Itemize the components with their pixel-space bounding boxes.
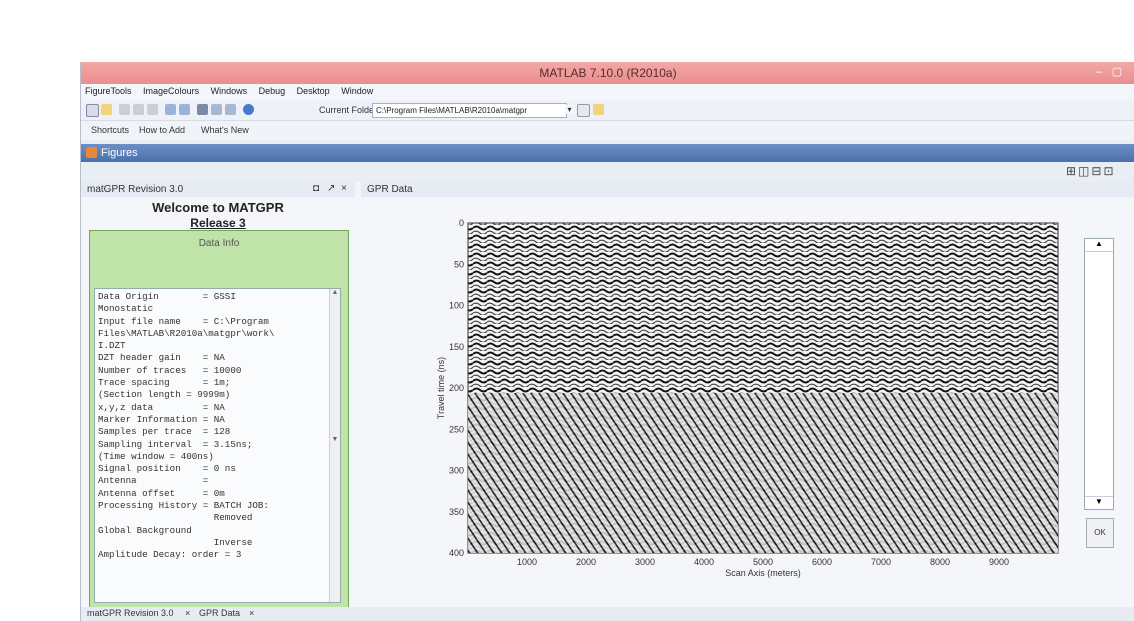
data-info-box: Data Info Data Origin = GSSI Monostatic …	[89, 230, 349, 608]
tab-close-icon[interactable]: ×	[185, 608, 190, 618]
x-tick-label: 5000	[753, 557, 773, 567]
gpr-radargram-lower	[468, 393, 1058, 553]
left-panel-header: matGPR Revision 3.0 ◘ ↗ ×	[81, 182, 355, 197]
slider-up-arrow-icon[interactable]: ▲	[1085, 239, 1113, 252]
cut-icon[interactable]	[119, 104, 130, 115]
menu-window[interactable]: Window	[337, 84, 378, 96]
maximize-button[interactable]: ▢	[1109, 65, 1125, 79]
simulink-icon[interactable]	[197, 104, 208, 115]
figures-dock: matGPR Revision 3.0 ◘ ↗ × Welcome to MAT…	[81, 182, 1134, 609]
figures-titlebar: Figures	[81, 144, 1134, 162]
x-tick-label: 4000	[694, 557, 714, 567]
y-tick-label: 300	[449, 466, 464, 476]
guide-icon[interactable]	[211, 104, 222, 115]
tab-gpr-data[interactable]: GPR Data	[199, 608, 240, 618]
menu-figuretools[interactable]: FigureTools	[81, 84, 137, 96]
data-info-listbox[interactable]: Data Origin = GSSI Monostatic Input file…	[94, 288, 341, 603]
listbox-scrollbar[interactable]: ▲ ▼	[329, 289, 340, 602]
tab-matgpr[interactable]: matGPR Revision 3.0	[87, 608, 174, 618]
matgpr-panel: Welcome to MATGPR Release 3 Data Info Da…	[81, 198, 355, 608]
toolbar: Current Folder: C:\Program Files\MATLAB\…	[81, 100, 1134, 121]
x-axis-label: Scan Axis (meters)	[725, 568, 801, 578]
x-tick-label: 9000	[989, 557, 1009, 567]
title-bar: MATLAB 7.10.0 (R2010a) – ▢	[81, 62, 1134, 84]
x-tick-label: 1000	[517, 557, 537, 567]
menu-imagecolours[interactable]: ImageColours	[139, 84, 204, 96]
y-tick-label: 400	[449, 548, 464, 558]
figures-icon	[86, 147, 97, 158]
right-panel-title: GPR Data	[367, 184, 413, 195]
gpr-chart: 1000 2000 3000 4000 5000 6000 7000 8000 9000 0 50 1…	[436, 218, 1059, 578]
matlab-window: MATLAB 7.10.0 (R2010a) – ▢ FigureTools I…	[80, 62, 1134, 621]
bottom-tabs: matGPR Revision 3.0 × GPR Data ×	[81, 607, 1134, 621]
window-title: MATLAB 7.10.0 (R2010a)	[539, 66, 677, 80]
profiler-icon[interactable]	[225, 104, 236, 115]
tile-layout-icons[interactable]: ⊞◫⊟⊡	[1066, 164, 1116, 178]
close-icon[interactable]: ×	[341, 183, 347, 194]
y-axis-label: Travel time (ns)	[436, 357, 446, 419]
menu-windows[interactable]: Windows	[207, 84, 253, 96]
redo-icon[interactable]	[179, 104, 190, 115]
menu-desktop[interactable]: Desktop	[293, 84, 335, 96]
current-folder-label: Current Folder:	[319, 105, 380, 115]
menu-debug[interactable]: Debug	[255, 84, 291, 96]
x-tick-label: 6000	[812, 557, 832, 567]
release-heading: Release 3	[190, 216, 246, 230]
y-tick-label: 100	[449, 301, 464, 311]
current-folder-field[interactable]: C:\Program Files\MATLAB\R2010a\matgpr	[372, 103, 567, 118]
y-tick-label: 150	[449, 342, 464, 352]
left-panel-title: matGPR Revision 3.0	[87, 184, 184, 195]
welcome-heading: Welcome to MATGPR	[152, 200, 284, 215]
figures-title: Figures	[101, 147, 138, 159]
open-folder-icon[interactable]	[101, 104, 112, 115]
y-tick-label: 0	[459, 218, 464, 228]
pin-icon[interactable]: ↗	[327, 183, 335, 194]
gpr-data-panel: 1000 2000 3000 4000 5000 6000 7000 8000 9000 0 50 1…	[361, 198, 1134, 608]
right-panel-header: GPR Data	[361, 182, 1134, 197]
y-tick-label: 350	[449, 507, 464, 517]
y-tick-label: 50	[454, 259, 464, 269]
ok-button[interactable]: OK	[1086, 518, 1114, 548]
data-info-title: Data Info	[198, 238, 240, 249]
undo-icon[interactable]	[165, 104, 176, 115]
slider-down-arrow-icon[interactable]: ▼	[1085, 496, 1113, 509]
undock-icon[interactable]: ◘	[313, 183, 319, 194]
new-file-icon[interactable]	[86, 104, 99, 117]
x-tick-label: 3000	[635, 557, 655, 567]
whats-new-link[interactable]: What's New	[201, 125, 249, 135]
y-tick-label: 200	[449, 383, 464, 393]
copy-icon[interactable]	[133, 104, 144, 115]
folder-up-icon[interactable]	[593, 104, 604, 115]
how-to-add-link[interactable]: How to Add	[139, 125, 185, 135]
x-tick-label: 7000	[871, 557, 891, 567]
minimize-button[interactable]: –	[1091, 65, 1107, 79]
x-tick-label: 8000	[930, 557, 950, 567]
x-tick-label: 2000	[576, 557, 596, 567]
help-icon[interactable]	[243, 104, 254, 115]
paste-icon[interactable]	[147, 104, 158, 115]
shortcuts-label: Shortcuts	[91, 125, 130, 135]
shortcuts-bar: Shortcuts How to Add What's New	[81, 121, 1134, 140]
folder-dropdown-chevron-icon[interactable]: ▾	[565, 105, 574, 114]
browse-button[interactable]	[577, 104, 590, 117]
menu-bar: FigureTools ImageColours Windows Debug D…	[81, 84, 1134, 100]
vertical-slider[interactable]: ▲ ▼	[1084, 238, 1114, 510]
data-info-text: Data Origin = GSSI Monostatic Input file…	[98, 291, 275, 561]
y-tick-label: 250	[449, 424, 464, 434]
tab-close-icon[interactable]: ×	[249, 608, 254, 618]
